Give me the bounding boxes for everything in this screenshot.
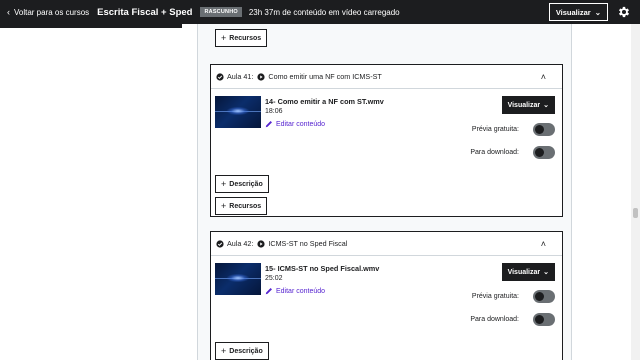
lecture-title: ICMS-ST no Sped Fiscal: [268, 239, 348, 248]
lecture-media: 15- ICMS-ST no Sped Fiscal.wmv 25:02 Edi…: [215, 262, 561, 334]
description-button[interactable]: + Descrição: [215, 342, 269, 360]
chevron-up-icon[interactable]: ˄: [541, 72, 546, 82]
video-file-name: 15- ICMS-ST no Sped Fiscal.wmv: [265, 264, 380, 273]
chevron-down-icon: ⌄: [594, 7, 601, 17]
lecture-number: Aula 42:: [227, 239, 254, 248]
lecture-header[interactable]: Aula 41: Como emitir uma NF com ICMS-ST …: [211, 65, 562, 89]
lecture-item: Aula 41: Como emitir uma NF com ICMS-ST …: [210, 64, 563, 217]
resources-button[interactable]: + Recursos: [215, 29, 268, 47]
free-preview-row: Prévia gratuita:: [472, 290, 555, 303]
view-dropdown-button[interactable]: Visualizar ⌄: [501, 96, 555, 114]
pencil-icon: [265, 121, 272, 128]
lecture-header[interactable]: Aula 42: ICMS-ST no Sped Fiscal ˄: [211, 232, 562, 256]
check-circle-icon: [216, 239, 224, 248]
plus-icon: +: [221, 33, 227, 43]
download-toggle[interactable]: [533, 146, 555, 159]
edit-content-label: Editar conteúdo: [276, 120, 326, 128]
check-circle-icon: [216, 72, 224, 81]
chevron-down-icon: ⌄: [543, 269, 549, 276]
free-preview-label: Prévia gratuita:: [471, 293, 519, 300]
lecture-title: Como emitir uma NF com ICMS-ST: [268, 72, 382, 81]
curriculum-section: + Recursos Aula 41: Como emitir uma NF c…: [197, 24, 572, 360]
page-scrollbar[interactable]: [631, 24, 640, 360]
resources-button[interactable]: + Recursos: [215, 197, 268, 215]
pencil-icon: [265, 288, 272, 295]
view-label: Visualizar: [507, 268, 541, 276]
free-preview-label: Prévia gratuita:: [471, 126, 519, 133]
content-info: 23h 37m de conteúdo em vídeo carregado: [248, 7, 400, 17]
free-preview-row: Prévia gratuita:: [472, 123, 555, 136]
lecture-media: 14- Como emitir a NF com ST.wmv 18:06 Ed…: [215, 95, 561, 167]
description-label: Descrição: [229, 180, 263, 188]
download-row: Para download:: [470, 146, 555, 159]
scrollbar-thumb[interactable]: [633, 208, 638, 218]
edit-content-link[interactable]: Editar conteúdo: [265, 287, 325, 295]
lecture-item: Aula 42: ICMS-ST no Sped Fiscal ˄ 15- IC…: [210, 231, 563, 360]
description-button[interactable]: + Descrição: [215, 175, 269, 193]
back-label: Voltar para os cursos: [14, 7, 90, 17]
view-label: Visualizar: [507, 101, 541, 109]
video-duration: 18:06: [265, 108, 283, 115]
status-badge: RASCUNHO: [200, 7, 242, 17]
plus-icon: +: [221, 201, 227, 211]
chevron-down-icon: ⌄: [543, 102, 549, 109]
video-thumbnail[interactable]: [215, 263, 261, 295]
download-label: Para download:: [470, 149, 519, 156]
chevron-up-icon[interactable]: ˄: [541, 239, 546, 249]
download-label: Para download:: [470, 316, 519, 323]
view-dropdown-button[interactable]: Visualizar ⌄: [501, 263, 555, 281]
edit-content-label: Editar conteúdo: [276, 287, 326, 295]
preview-dropdown-button[interactable]: Visualizar ⌄: [548, 3, 608, 21]
description-label: Descrição: [229, 347, 263, 355]
video-duration: 25:02: [265, 275, 283, 282]
top-header: ‹ Voltar para os cursos Escrita Fiscal +…: [0, 0, 640, 24]
download-toggle[interactable]: [533, 313, 555, 326]
video-thumbnail[interactable]: [215, 96, 261, 128]
course-title: Escrita Fiscal + Sped: [97, 6, 193, 18]
edit-content-link[interactable]: Editar conteúdo: [265, 120, 325, 128]
left-panel-strip: [0, 24, 182, 28]
resources-label: Recursos: [229, 34, 262, 42]
play-circle-icon: [257, 239, 265, 248]
resources-label: Recursos: [229, 202, 262, 210]
download-row: Para download:: [470, 313, 555, 326]
previous-lecture-footer: + Recursos: [198, 24, 573, 54]
chevron-left-icon: ‹: [7, 7, 10, 17]
lecture-number: Aula 41:: [227, 72, 254, 81]
back-to-courses-link[interactable]: ‹ Voltar para os cursos: [0, 7, 89, 17]
video-file-name: 14- Como emitir a NF com ST.wmv: [265, 97, 384, 106]
play-circle-icon: [257, 72, 265, 81]
free-preview-toggle[interactable]: [533, 290, 555, 303]
free-preview-toggle[interactable]: [533, 123, 555, 136]
preview-label: Visualizar: [555, 7, 591, 17]
plus-icon: +: [221, 346, 227, 356]
gear-icon[interactable]: [617, 5, 631, 19]
plus-icon: +: [221, 179, 227, 189]
